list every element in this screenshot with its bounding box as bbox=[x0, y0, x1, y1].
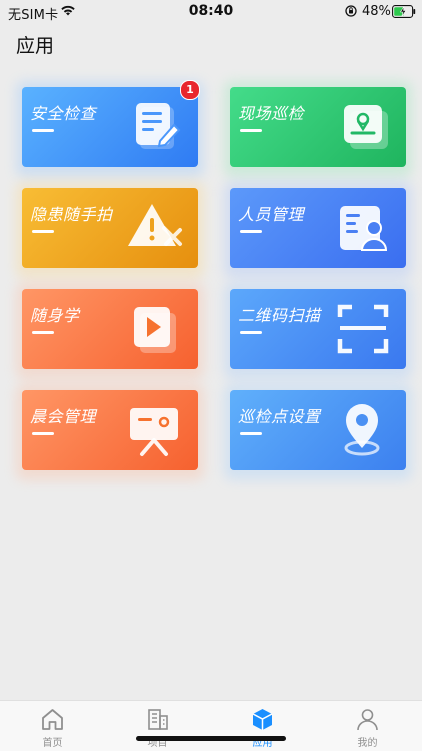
status-bar: 无SIM卡 08:40 48% bbox=[0, 0, 422, 24]
home-icon bbox=[42, 709, 63, 730]
qr-scan-icon bbox=[337, 304, 389, 354]
person-icon bbox=[357, 709, 378, 731]
tile-patrol-point-settings[interactable]: 巡检点设置 bbox=[224, 384, 412, 480]
status-time: 08:40 bbox=[188, 3, 234, 19]
notification-badge: 1 bbox=[180, 80, 200, 100]
tile-dash bbox=[32, 129, 54, 132]
tile-personnel-management[interactable]: 人员管理 bbox=[224, 182, 412, 278]
orientation-lock-icon bbox=[345, 5, 357, 17]
battery-charging-icon bbox=[392, 5, 416, 18]
battery-percentage: 48% bbox=[362, 4, 391, 19]
video-play-icon bbox=[134, 307, 176, 353]
tab-projects[interactable]: 项目 bbox=[105, 701, 210, 751]
page-title: 应用 bbox=[16, 35, 55, 57]
tab-label: 我的 bbox=[357, 738, 378, 749]
tile-qr-scan[interactable]: 二维码扫描 bbox=[224, 283, 412, 379]
tab-label: 首页 bbox=[42, 738, 63, 749]
tile-dash bbox=[32, 331, 54, 334]
tile-label: 人员管理 bbox=[238, 205, 305, 224]
tile-label: 二维码扫描 bbox=[238, 306, 321, 325]
tile-label: 晨会管理 bbox=[30, 407, 97, 426]
tile-dash bbox=[240, 129, 262, 132]
tile-dash bbox=[240, 230, 262, 233]
tile-label: 巡检点设置 bbox=[238, 407, 321, 426]
building-icon bbox=[148, 709, 168, 730]
cube-icon bbox=[252, 709, 273, 730]
tile-dash bbox=[32, 432, 54, 435]
tile-hazard-snapshot[interactable]: 隐患随手拍 bbox=[16, 182, 204, 278]
id-card-icon bbox=[340, 206, 388, 251]
tile-label: 隐患随手拍 bbox=[30, 205, 113, 224]
warning-tools-icon bbox=[128, 204, 182, 246]
tile-mobile-learning[interactable]: 随身学 bbox=[16, 283, 204, 379]
tile-safety-inspection[interactable]: 安全检查 1 bbox=[16, 80, 204, 177]
tile-label: 现场巡检 bbox=[238, 104, 305, 123]
tile-dash bbox=[240, 331, 262, 334]
presentation-board-icon bbox=[130, 408, 178, 456]
tab-home[interactable]: 首页 bbox=[0, 701, 105, 751]
tab-mine[interactable]: 我的 bbox=[315, 701, 420, 751]
tab-apps[interactable]: 应用 bbox=[210, 701, 315, 751]
tile-label: 随身学 bbox=[30, 306, 80, 325]
location-screen-icon bbox=[344, 105, 388, 149]
document-pen-icon bbox=[136, 103, 181, 149]
tile-label: 安全检查 bbox=[30, 104, 97, 123]
tile-site-patrol[interactable]: 现场巡检 bbox=[224, 81, 412, 177]
tile-dash bbox=[32, 230, 54, 233]
tile-morning-meeting[interactable]: 晨会管理 bbox=[16, 384, 204, 480]
home-indicator bbox=[136, 736, 286, 741]
map-pin-icon bbox=[344, 404, 380, 456]
tile-dash bbox=[240, 432, 262, 435]
bottom-tab-bar: 首页 项目 应用 我的 bbox=[0, 700, 422, 751]
